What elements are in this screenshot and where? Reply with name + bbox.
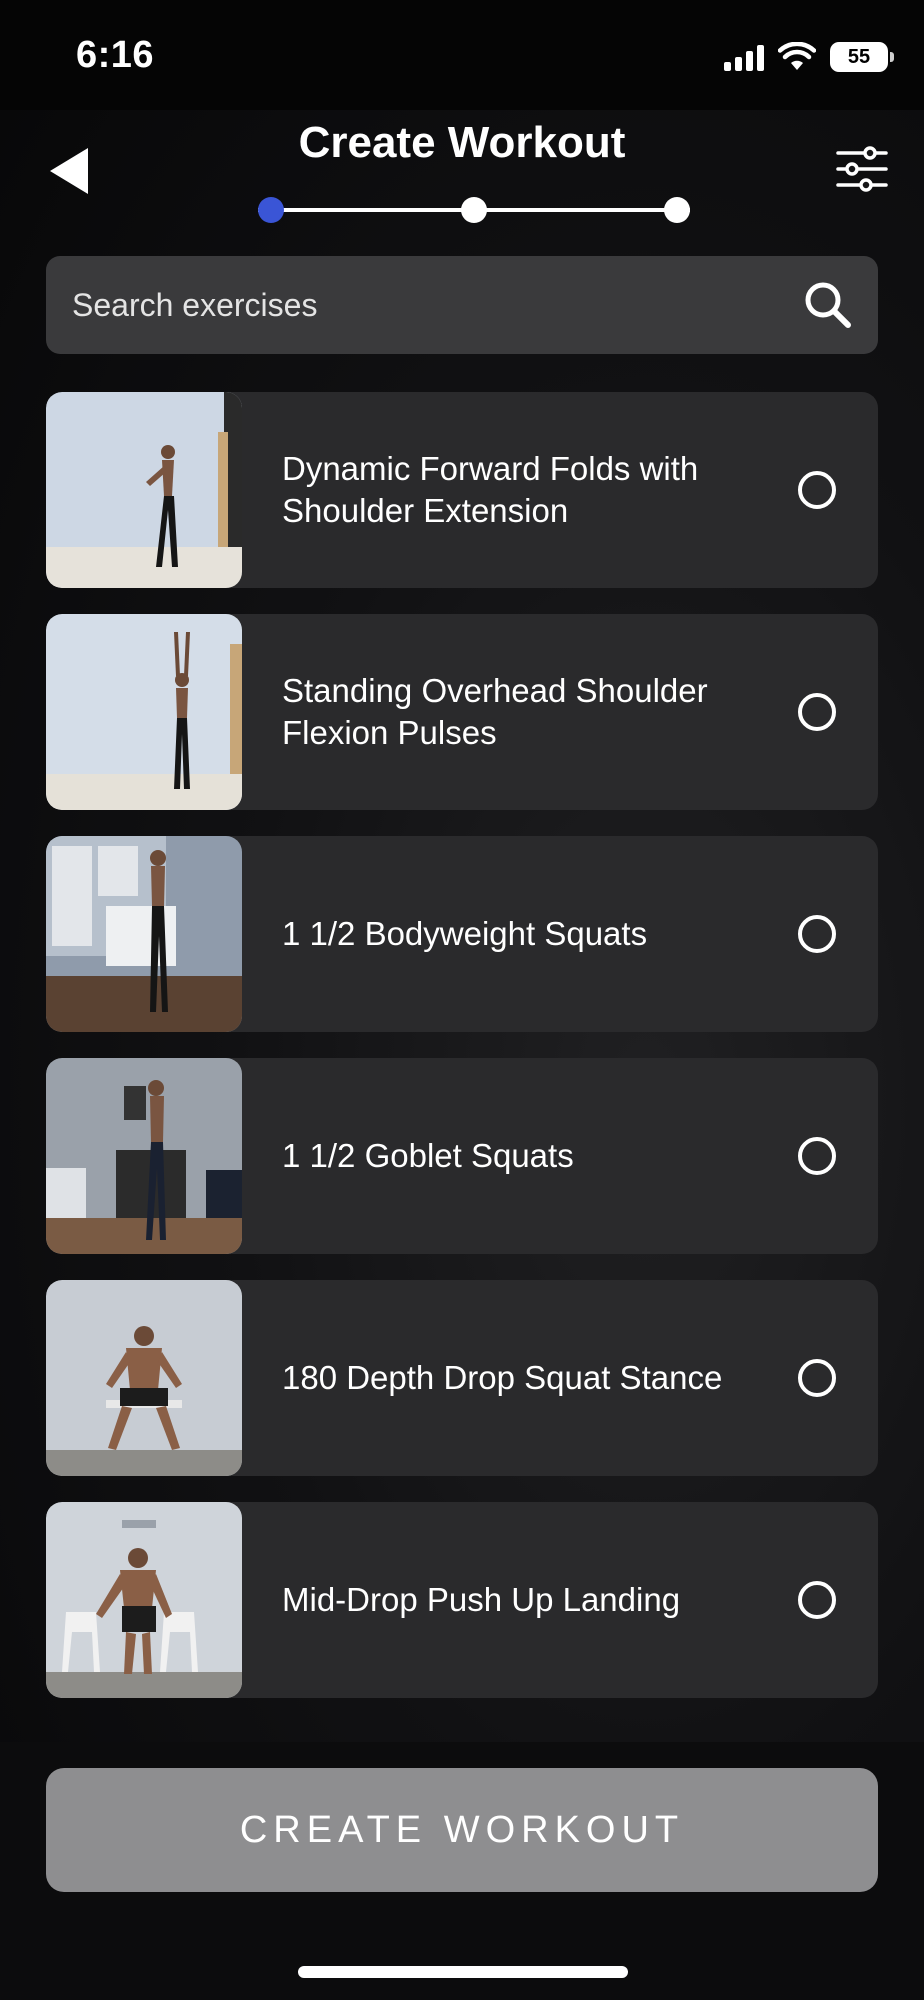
select-radio[interactable] xyxy=(798,915,836,953)
select-radio[interactable] xyxy=(798,1581,836,1619)
exercise-thumbnail xyxy=(46,614,242,810)
status-bar: 6:16 55 xyxy=(0,0,924,110)
select-radio[interactable] xyxy=(798,693,836,731)
exercise-name: 1 1/2 Bodyweight Squats xyxy=(282,915,648,952)
status-time: 6:16 xyxy=(76,34,155,76)
exercise-thumbnail xyxy=(46,392,242,588)
page-title: Create Workout xyxy=(298,118,626,167)
exercise-name: Standing Overhead Shoulder Flexion Pulse… xyxy=(282,672,708,751)
exercise-name: 180 Depth Drop Squat Stance xyxy=(282,1359,723,1396)
filter-sliders-button[interactable] xyxy=(836,144,888,194)
battery-icon: 55 xyxy=(830,42,894,72)
exercise-item[interactable]: 1 1/2 Bodyweight Squats xyxy=(46,836,878,1032)
exercise-thumbnail xyxy=(46,1502,242,1698)
exercise-name: Mid-Drop Push Up Landing xyxy=(282,1581,681,1618)
exercise-item[interactable]: Dynamic Forward Folds with Shoulder Exte… xyxy=(46,392,878,588)
status-icons: 55 xyxy=(724,40,894,74)
exercise-item[interactable]: 180 Depth Drop Squat Stance xyxy=(46,1280,878,1476)
create-workout-button[interactable]: CREATE WORKOUT xyxy=(46,1768,878,1892)
select-radio[interactable] xyxy=(798,1359,836,1397)
exercise-name: Dynamic Forward Folds with Shoulder Exte… xyxy=(282,450,699,529)
search-icon[interactable] xyxy=(802,279,854,331)
cellular-signal-icon xyxy=(724,43,764,71)
exercise-name: 1 1/2 Goblet Squats xyxy=(282,1137,574,1174)
step-3-dot xyxy=(664,197,690,223)
exercise-thumbnail xyxy=(46,836,242,1032)
exercise-thumbnail xyxy=(46,1280,242,1476)
search-bar xyxy=(46,256,878,354)
wifi-icon xyxy=(778,42,816,70)
progress-stepper xyxy=(258,195,690,225)
create-workout-screen: 6:16 55 Create Workout Search exercises … xyxy=(0,0,924,2000)
select-radio[interactable] xyxy=(798,1137,836,1175)
search-input[interactable] xyxy=(72,286,802,324)
exercise-list: Dynamic Forward Folds with Shoulder Exte… xyxy=(46,392,878,1724)
exercise-item[interactable]: Standing Overhead Shoulder Flexion Pulse… xyxy=(46,614,878,810)
step-2-dot xyxy=(461,197,487,223)
exercise-item[interactable]: Mid-Drop Push Up Landing xyxy=(46,1502,878,1698)
exercise-thumbnail xyxy=(46,1058,242,1254)
step-1-dot xyxy=(258,197,284,223)
home-indicator[interactable] xyxy=(298,1966,628,1978)
exercise-item[interactable]: 1 1/2 Goblet Squats xyxy=(46,1058,878,1254)
select-radio[interactable] xyxy=(798,471,836,509)
